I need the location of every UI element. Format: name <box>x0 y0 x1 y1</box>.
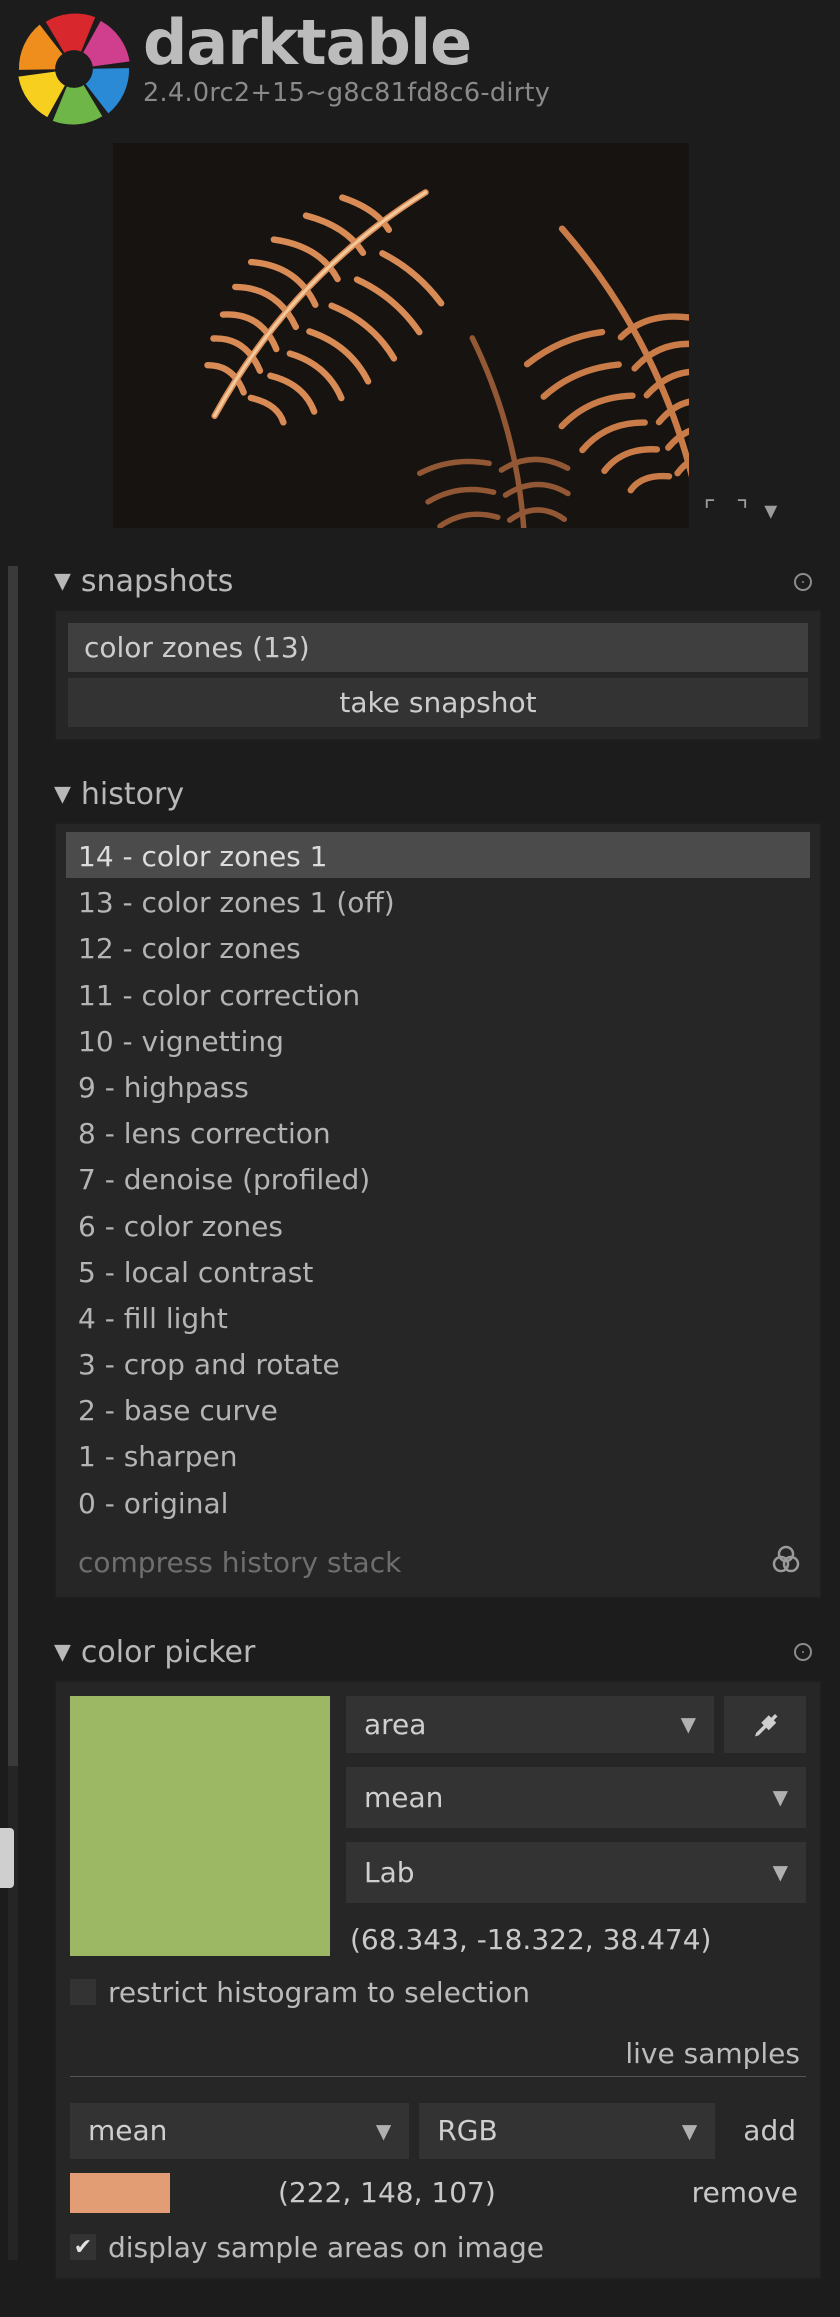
display-areas-label: display sample areas on image <box>108 2231 544 2264</box>
history-title: history <box>81 777 184 812</box>
reset-icon[interactable] <box>794 1643 812 1661</box>
history-item[interactable]: 5 - local contrast <box>66 1248 810 1294</box>
darktable-logo-icon <box>15 10 133 128</box>
live-stat-select[interactable]: mean ▼ <box>70 2103 409 2159</box>
reset-icon[interactable] <box>794 573 812 591</box>
history-item[interactable]: 9 - highpass <box>66 1063 810 1109</box>
app-title: darktable <box>143 12 550 74</box>
snapshots-title: snapshots <box>81 564 233 599</box>
history-item[interactable]: 11 - color correction <box>66 971 810 1017</box>
history-item[interactable]: 2 - base curve <box>66 1386 810 1432</box>
app-version: 2.4.0rc2+15~g8c81fd8c6-dirty <box>143 78 550 108</box>
color-picker-header[interactable]: ▼ color picker <box>30 1629 822 1680</box>
chevron-down-icon: ▼ <box>682 2119 697 2143</box>
history-item[interactable]: 3 - crop and rotate <box>66 1340 810 1386</box>
picker-space-select[interactable]: Lab ▼ <box>346 1842 806 1903</box>
image-preview[interactable] <box>113 143 689 528</box>
restrict-histogram-checkbox[interactable] <box>70 1979 96 2005</box>
live-sample-remove-button[interactable]: remove <box>692 2176 806 2209</box>
history-item[interactable]: 12 - color zones <box>66 924 810 970</box>
chevron-down-icon: ▼ <box>681 1712 696 1736</box>
chevron-down-icon: ▼ <box>54 1640 71 1665</box>
preview-collapse-icon[interactable]: ▾ <box>764 496 777 526</box>
compress-history-button[interactable]: compress history stack <box>78 1546 401 1579</box>
live-space-select[interactable]: RGB ▼ <box>419 2103 715 2159</box>
live-space-value: RGB <box>437 2114 497 2147</box>
app-header: darktable 2.4.0rc2+15~g8c81fd8c6-dirty <box>0 0 840 138</box>
history-item[interactable]: 6 - color zones <box>66 1202 810 1248</box>
color-picker-panel: area ▼ mean ▼ Lab ▼ ( <box>54 1680 822 2280</box>
picker-space-value: Lab <box>364 1856 415 1889</box>
picker-stat-value: mean <box>364 1781 443 1814</box>
history-item[interactable]: 1 - sharpen <box>66 1432 810 1478</box>
history-header[interactable]: ▼ history <box>30 771 822 822</box>
display-areas-checkbox[interactable]: ✔ <box>70 2234 96 2260</box>
history-item[interactable]: 13 - color zones 1 (off) <box>66 878 810 924</box>
take-snapshot-button[interactable]: take snapshot <box>68 678 808 727</box>
chevron-down-icon: ▼ <box>773 1860 788 1884</box>
picker-stat-select[interactable]: mean ▼ <box>346 1767 806 1828</box>
history-item[interactable]: 8 - lens correction <box>66 1109 810 1155</box>
picker-mode-value: area <box>364 1708 426 1741</box>
chevron-down-icon: ▼ <box>54 569 71 594</box>
chevron-down-icon: ▼ <box>773 1785 788 1809</box>
live-stat-value: mean <box>88 2114 167 2147</box>
snapshots-panel: color zones (13) take snapshot <box>54 609 822 741</box>
picker-mode-select[interactable]: area ▼ <box>346 1696 714 1753</box>
live-samples-header: live samples <box>70 2015 806 2077</box>
picked-color-swatch <box>70 1696 330 1956</box>
live-sample-add-button[interactable]: add <box>725 2114 806 2147</box>
history-item[interactable]: 4 - fill light <box>66 1294 810 1340</box>
history-item[interactable]: 10 - vignetting <box>66 1017 810 1063</box>
restrict-histogram-label: restrict histogram to selection <box>108 1976 530 2009</box>
chevron-down-icon: ▼ <box>54 782 71 807</box>
chevron-down-icon: ▼ <box>376 2119 391 2143</box>
eyedropper-button[interactable] <box>724 1696 806 1753</box>
live-sample-value: (222, 148, 107) <box>188 2176 674 2209</box>
history-item[interactable]: 14 - color zones 1 <box>66 832 810 878</box>
create-style-icon[interactable] <box>770 1543 810 1583</box>
history-item[interactable]: 0 - original <box>66 1479 810 1525</box>
live-sample-swatch <box>70 2173 170 2213</box>
preview-fullscreen-icon[interactable]: ⌜ ⌝ <box>704 496 755 526</box>
panel-scrollbar-thumb[interactable] <box>8 566 18 1766</box>
color-picker-title: color picker <box>81 1635 255 1670</box>
history-panel: 14 - color zones 113 - color zones 1 (of… <box>54 822 822 1599</box>
snapshot-item[interactable]: color zones (13) <box>68 623 808 672</box>
snapshots-header[interactable]: ▼ snapshots <box>30 558 822 609</box>
picked-color-value: (68.343, -18.322, 38.474) <box>346 1917 806 1956</box>
history-item[interactable]: 7 - denoise (profiled) <box>66 1155 810 1201</box>
side-expand-handle[interactable] <box>0 1828 14 1888</box>
